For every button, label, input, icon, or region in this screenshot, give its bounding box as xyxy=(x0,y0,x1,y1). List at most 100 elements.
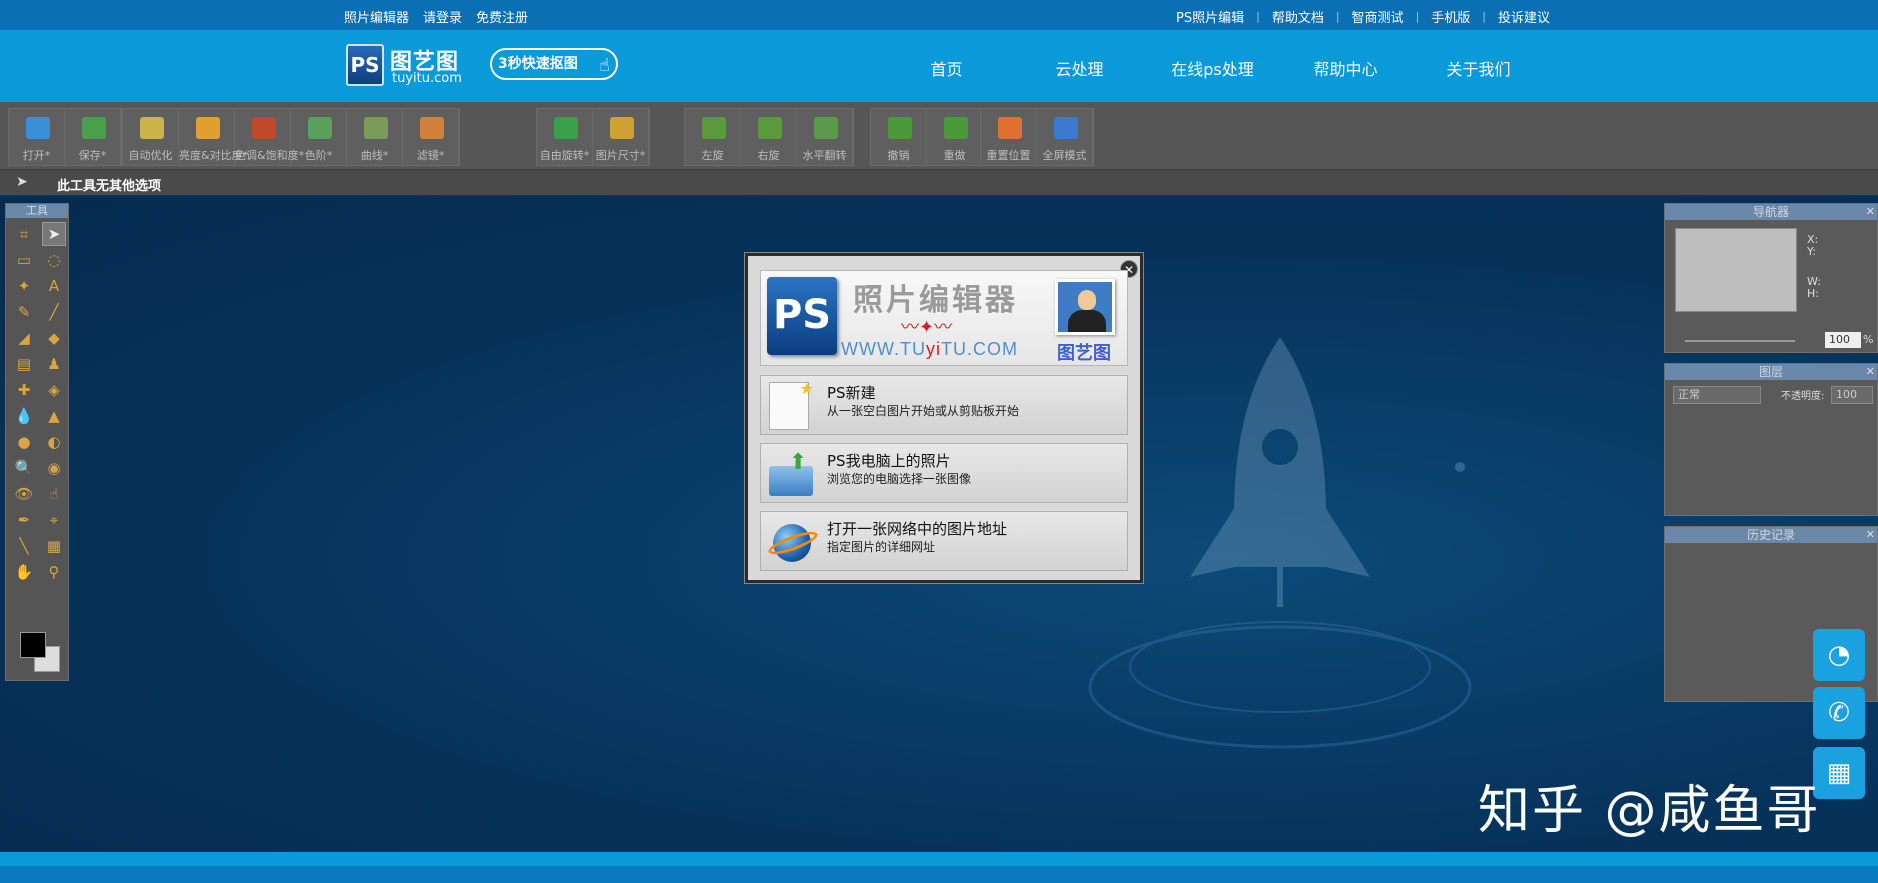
close-icon[interactable]: ✕ xyxy=(1866,527,1875,543)
red-eye-icon[interactable]: 👁 xyxy=(12,482,36,506)
logo-ps-mark: PS xyxy=(346,44,384,86)
hand-icon[interactable]: ✋ xyxy=(12,560,36,584)
lasso-icon[interactable]: ◌ xyxy=(42,248,66,272)
reset-position-icon xyxy=(998,117,1022,139)
zoom-input[interactable]: 100 xyxy=(1825,332,1861,348)
gradient-icon[interactable]: ▤ xyxy=(12,352,36,376)
smudge-icon[interactable]: ☝ xyxy=(42,482,66,506)
dodge-icon[interactable]: ● xyxy=(12,430,36,454)
navigator-thumbnail[interactable] xyxy=(1675,228,1797,312)
toolbar-button[interactable]: 保存* xyxy=(65,109,121,165)
healing-icon[interactable]: ✚ xyxy=(12,378,36,402)
foreground-color-swatch[interactable] xyxy=(20,632,46,658)
toolbar-button-label: 色阶* xyxy=(304,149,333,162)
line-icon[interactable]: ╲ xyxy=(12,534,36,558)
toolbar-group: 自动优化 亮度&对比度* 色调&饱和度* 色阶* 曲线* 滤镜* xyxy=(122,108,460,166)
blend-mode-select[interactable]: 正常 xyxy=(1673,386,1761,404)
option-subtitle: 从一张空白图片开始或从剪贴板开始 xyxy=(827,404,1020,418)
opacity-label: 不透明度: xyxy=(1781,391,1825,402)
close-icon[interactable]: ✕ xyxy=(1866,204,1875,220)
toolbar-button-label: 撤销 xyxy=(887,149,910,162)
toolbar-button[interactable]: 水平翻转 xyxy=(797,109,853,165)
toolbar-button[interactable]: 右旋 xyxy=(741,109,797,165)
toolbar-button[interactable]: 全屏模式 xyxy=(1037,109,1093,165)
toolbar-button[interactable]: 重置位置 xyxy=(981,109,1037,165)
url-part-b: TU.COM xyxy=(940,339,1018,359)
tools-panel-title: 工具 xyxy=(6,204,68,218)
marquee-icon[interactable]: ▭ xyxy=(12,248,36,272)
move-icon[interactable]: ➤ xyxy=(42,222,66,246)
zoom-percent: % xyxy=(1863,333,1874,346)
toolbar-button[interactable]: 滤镜* xyxy=(403,109,459,165)
site-logo[interactable]: PS 图艺图 tuyitu.com xyxy=(346,44,470,90)
zoom-icon[interactable]: ⚲ xyxy=(42,560,66,584)
opacity-input[interactable]: 100 xyxy=(1831,386,1873,404)
curves-icon xyxy=(364,117,388,139)
link-iq-test[interactable]: 智商测试 xyxy=(1340,7,1416,26)
nav-cloud[interactable]: 云处理 xyxy=(1013,56,1146,80)
nav-about-us[interactable]: 关于我们 xyxy=(1412,56,1545,80)
crop-icon[interactable]: ⌗ xyxy=(12,222,36,246)
link-mobile[interactable]: 手机版 xyxy=(1419,7,1482,26)
sponge-icon[interactable]: ◉ xyxy=(42,456,66,480)
toolbar-button[interactable]: 图片尺寸* xyxy=(593,109,649,165)
option-new-document[interactable]: ★ PS新建 从一张空白图片开始或从剪贴板开始 xyxy=(760,375,1128,435)
eraser-icon[interactable]: ◢ xyxy=(12,326,36,350)
toolbar-button-label: 水平翻转 xyxy=(802,149,847,162)
option-open-local-photo[interactable]: ⬆ PS我电脑上的照片 浏览您的电脑选择一张图像 xyxy=(760,443,1128,503)
brush-icon[interactable]: ╱ xyxy=(42,300,66,324)
banner-brand: 图艺图 xyxy=(1057,343,1111,364)
nav-help-center[interactable]: 帮助中心 xyxy=(1279,56,1412,80)
link-photo-editor[interactable]: 照片编辑器 xyxy=(344,7,409,26)
measure-icon[interactable]: ▦ xyxy=(42,534,66,558)
replace-color-icon[interactable]: ◈ xyxy=(42,378,66,402)
option-open-url[interactable]: 打开一张网络中的图片地址 指定图片的详细网址 xyxy=(760,511,1128,571)
qr-code-icon[interactable]: ▦ xyxy=(1813,747,1865,799)
toolbar-button-label: 全屏模式 xyxy=(1042,149,1087,162)
toolbar-button[interactable]: 色调&饱和度* xyxy=(235,109,305,165)
zoom-glass-icon[interactable]: 🔍 xyxy=(12,456,36,480)
text-icon[interactable]: A xyxy=(42,274,66,298)
toolbar-button[interactable]: 撤销 xyxy=(871,109,927,165)
magic-wand-icon[interactable]: ✦ xyxy=(12,274,36,298)
toolbar-group: 左旋 右旋 水平翻转 xyxy=(684,108,854,166)
history-title-text: 历史记录 xyxy=(1746,528,1795,542)
phone-icon[interactable]: ✆ xyxy=(1813,687,1865,739)
quick-cutout-button[interactable]: 3秒快速抠图 ☝ xyxy=(490,48,618,80)
burn-icon[interactable]: ◐ xyxy=(42,430,66,454)
navigator-xy-readout: X: Y: xyxy=(1807,234,1818,258)
toolbar-button[interactable]: 亮度&对比度* xyxy=(179,109,248,165)
top-bar-left-links: 照片编辑器 请登录 免费注册 xyxy=(344,7,528,26)
toolbar-button[interactable]: 自动优化 xyxy=(123,109,179,165)
toolbar-button[interactable]: 色阶* xyxy=(291,109,347,165)
toolbar-button-label: 滤镜* xyxy=(416,149,445,162)
close-icon[interactable]: ✕ xyxy=(1866,364,1875,380)
link-feedback[interactable]: 投诉建议 xyxy=(1486,7,1562,26)
stamp-icon[interactable]: ♟ xyxy=(42,352,66,376)
paint-bucket-icon[interactable]: ◆ xyxy=(42,326,66,350)
toolbar-button[interactable]: 自由旋转* xyxy=(537,109,593,165)
nav-home[interactable]: 首页 xyxy=(880,56,1013,80)
link-ps-photo-edit[interactable]: PS照片编辑 xyxy=(1164,7,1256,26)
toolbar-button[interactable]: 左旋 xyxy=(685,109,741,165)
sharpen-icon[interactable]: ▲ xyxy=(42,404,66,428)
image-size-icon xyxy=(610,117,634,139)
link-help-docs[interactable]: 帮助文档 xyxy=(1260,7,1336,26)
qq-icon[interactable]: ◔ xyxy=(1813,629,1865,681)
rotate-left-icon xyxy=(702,117,726,139)
toolbar-button-label: 色调&饱和度* xyxy=(235,149,305,162)
nav-online-ps[interactable]: 在线ps处理 xyxy=(1146,56,1279,80)
zoom-slider[interactable] xyxy=(1685,340,1795,342)
toolbar-button[interactable]: 曲线* xyxy=(347,109,403,165)
toolbar-button[interactable]: 打开* xyxy=(9,109,65,165)
toolbar-button[interactable]: 重做 xyxy=(927,109,983,165)
link-login[interactable]: 请登录 xyxy=(423,7,462,26)
pencil-icon[interactable]: ✎ xyxy=(12,300,36,324)
blur-icon[interactable]: 💧 xyxy=(12,404,36,428)
pointer-hand-icon: ☝ xyxy=(599,55,610,76)
pen-icon[interactable]: ✒ xyxy=(12,508,36,532)
toolbar-button-label: 自由旋转* xyxy=(539,149,590,162)
link-register[interactable]: 免费注册 xyxy=(476,7,528,26)
option-title: PS新建 xyxy=(827,384,876,402)
color-picker-icon[interactable]: ⌖ xyxy=(42,508,66,532)
